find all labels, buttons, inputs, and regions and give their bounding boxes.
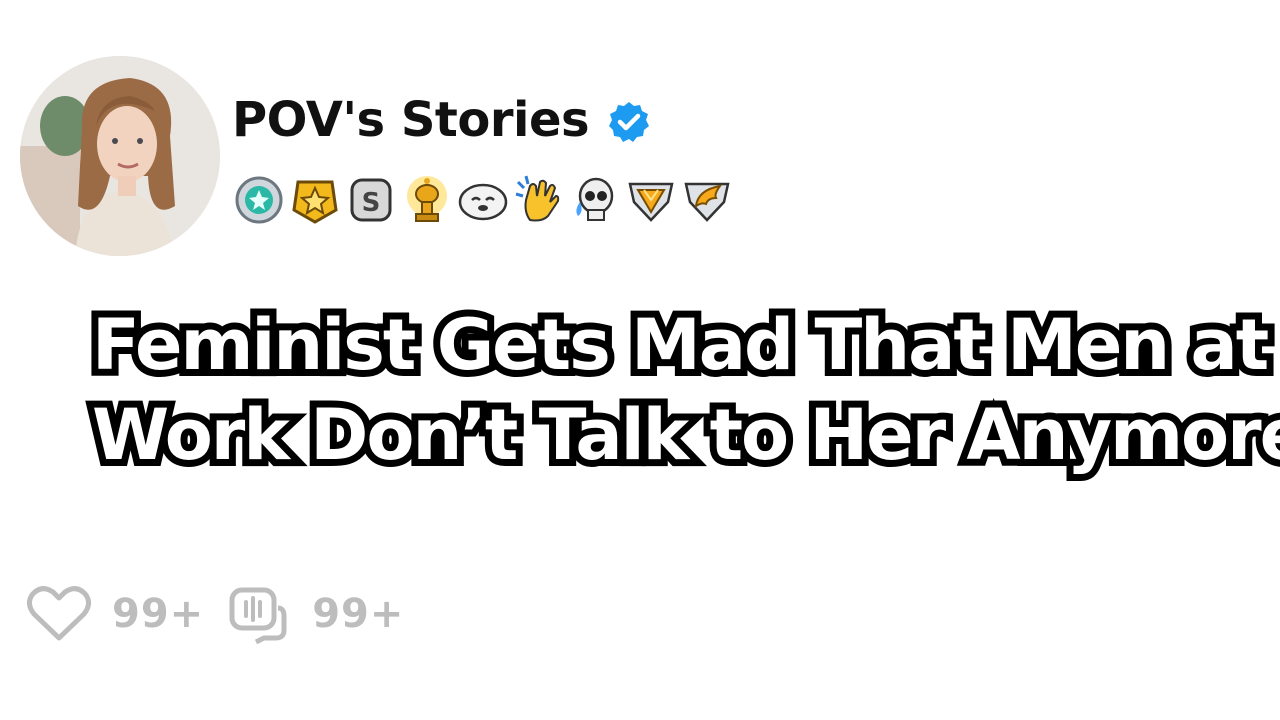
comment-icon[interactable]	[226, 584, 292, 644]
post-title-line1: Feminist Gets Mad That Men at	[85, 297, 1276, 393]
gold-trophy-icon	[400, 172, 454, 226]
helpful-medal-icon	[232, 172, 286, 226]
avatar-photo	[20, 56, 220, 256]
svg-text:S: S	[362, 188, 381, 218]
post-title: Feminist Gets Mad That Men at Work Don’t…	[85, 297, 1280, 483]
smiling-seal-icon	[456, 172, 510, 226]
post-title-line2: Work Don’t Talk to Her Anymore	[85, 387, 1280, 483]
channel-avatar[interactable]	[20, 56, 220, 256]
verified-badge-icon	[609, 102, 650, 142]
gold-wing-shield-icon	[680, 172, 734, 226]
gold-gem-shield-icon	[624, 172, 678, 226]
high-five-icon	[512, 172, 566, 226]
channel-name-row: POV's Stories	[232, 92, 651, 148]
post-stats: 99+ 99+	[26, 584, 426, 644]
channel-name[interactable]: POV's Stories	[232, 92, 590, 148]
award-badges: S	[232, 172, 734, 226]
like-count: 99+	[112, 591, 205, 637]
heart-icon[interactable]	[26, 584, 92, 644]
star-badge-icon	[288, 172, 342, 226]
s-coin-icon: S	[344, 172, 398, 226]
crying-skull-icon	[568, 172, 622, 226]
comment-count: 99+	[312, 591, 405, 637]
